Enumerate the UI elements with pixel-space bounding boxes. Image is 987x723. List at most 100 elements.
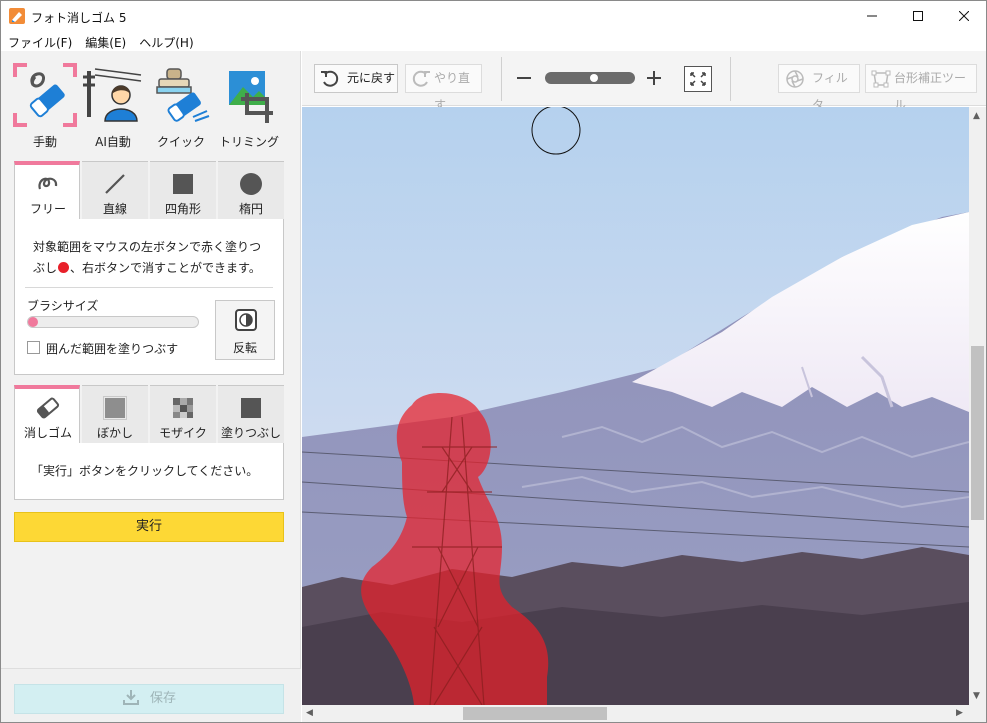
- run-button[interactable]: 実行: [14, 512, 284, 542]
- scroll-left-icon[interactable]: ◀: [306, 708, 313, 718]
- brush-size-knob[interactable]: [28, 317, 38, 327]
- tab-eraser[interactable]: 消しゴム: [14, 385, 80, 444]
- menu-file[interactable]: ファイル(F): [1, 31, 78, 51]
- mode-manual-button[interactable]: 手動: [11, 63, 79, 153]
- horizontal-scroll-thumb[interactable]: [463, 707, 607, 720]
- tab-line[interactable]: 直線: [82, 161, 148, 219]
- draw-shape-tabs: フリー 直線 四角形 楕円: [14, 161, 284, 220]
- tab-free[interactable]: フリー: [14, 161, 80, 220]
- close-icon: [959, 11, 969, 21]
- tab-rectangle[interactable]: 四角形: [150, 161, 216, 219]
- keystone-correction-button[interactable]: 台形補正ツール: [865, 64, 977, 112]
- image-canvas[interactable]: [302, 107, 969, 705]
- scroll-down-icon[interactable]: ▼: [973, 691, 980, 701]
- save-button[interactable]: 保存: [14, 684, 284, 714]
- keystone-icon: [871, 70, 891, 88]
- left-panel: 手動 AI自動 クイック トリミング フリー 直線 四角形 楕円 対象範囲をマウ…: [1, 51, 301, 722]
- fit-to-window-button[interactable]: [684, 66, 712, 92]
- save-label: 保存: [149, 691, 176, 706]
- zoom-out-icon[interactable]: [516, 67, 532, 89]
- tab-blur-label: ぼかし: [96, 426, 133, 440]
- scroll-up-icon[interactable]: ▲: [973, 111, 980, 121]
- eraser-icon: [13, 63, 77, 127]
- maximize-icon: [913, 11, 923, 21]
- horizontal-scrollbar[interactable]: ◀ ▶: [302, 705, 969, 722]
- person-powerline-icon: [83, 68, 142, 122]
- window-title: フォト消しゴム 5: [31, 11, 127, 25]
- download-icon: [122, 690, 139, 705]
- circle-icon: [240, 173, 262, 195]
- tab-fill[interactable]: 塗りつぶし: [218, 385, 284, 443]
- crop-icon: [229, 71, 273, 123]
- invert-button[interactable]: 反転: [215, 300, 275, 360]
- mode-manual-label: 手動: [32, 135, 57, 149]
- tab-line-label: 直線: [102, 202, 127, 216]
- effect-instructions: 「実行」ボタンをクリックしてください。: [31, 464, 259, 478]
- app-logo-icon: [9, 8, 25, 24]
- menu-bar: ファイル(F) 編集(E) ヘルプ(H): [1, 31, 986, 51]
- save-area: 保存: [1, 668, 301, 722]
- freehand-icon: [38, 177, 58, 190]
- tab-free-label: フリー: [29, 202, 66, 216]
- red-dot-icon: [58, 262, 70, 273]
- fill-enclosed-label[interactable]: 囲んだ範囲を塗りつぶす: [46, 340, 178, 357]
- scroll-corner: [969, 705, 986, 722]
- close-button[interactable]: [941, 1, 986, 31]
- zoom-slider-knob[interactable]: [590, 74, 598, 82]
- title-bar: フォト消しゴム 5: [1, 1, 986, 31]
- menu-edit[interactable]: 編集(E): [78, 31, 132, 51]
- undo-button[interactable]: 元に戻す: [314, 64, 398, 93]
- draw-options-panel: 対象範囲をマウスの左ボタンで赤く塗りつぶし 、右ボタンで消すことができます。 ブラ…: [14, 219, 284, 375]
- invert-label: 反転: [232, 341, 257, 355]
- tab-mosaic-label: モザイク: [159, 426, 207, 440]
- tab-ellipse[interactable]: 楕円: [218, 161, 284, 219]
- tab-ellipse-label: 楕円: [238, 202, 263, 216]
- fill-enclosed-checkbox[interactable]: [27, 341, 40, 354]
- undo-label: 元に戻す: [347, 71, 396, 85]
- divider: [25, 287, 273, 288]
- effect-options-panel: 「実行」ボタンをクリックしてください。: [14, 443, 284, 500]
- tab-blur[interactable]: ぼかし: [82, 385, 148, 443]
- toolbar: 元に戻す やり直す フィルタ 台形補正ツール: [302, 51, 986, 112]
- mode-ai-label: AI自動: [95, 135, 131, 149]
- brush-size-label: ブラシサイズ: [27, 299, 99, 313]
- tab-mosaic[interactable]: モザイク: [150, 385, 216, 443]
- redo-button[interactable]: やり直す: [405, 64, 482, 112]
- photo-mount-fuji[interactable]: [302, 107, 969, 705]
- fit-screen-icon: [690, 72, 706, 86]
- stamp-eraser-icon: [156, 68, 210, 122]
- vertical-scrollbar[interactable]: ▲ ▼: [969, 107, 986, 705]
- draw-instructions-part2: 、右ボタンで消すことができます。: [70, 261, 261, 275]
- minimize-icon: [867, 15, 877, 17]
- mode-ai-button[interactable]: AI自動: [79, 63, 147, 153]
- draw-instructions: 対象範囲をマウスの左ボタンで赤く塗りつぶし 、右ボタンで消すことができます。: [33, 237, 273, 279]
- minimize-button[interactable]: [849, 1, 895, 31]
- redo-icon: [412, 70, 430, 87]
- mode-quick-button[interactable]: クイック: [147, 63, 215, 153]
- menu-help[interactable]: ヘルプ(H): [132, 31, 199, 51]
- app-window: フォト消しゴム 5 ファイル(F) 編集(E) ヘルプ(H) 手動 AI自動 ク…: [0, 0, 987, 723]
- vertical-scroll-thumb[interactable]: [971, 346, 984, 520]
- mode-trim-button[interactable]: トリミング: [215, 63, 283, 153]
- undo-icon: [321, 70, 339, 87]
- invert-icon: [235, 309, 257, 331]
- brush-size-slider[interactable]: [27, 316, 199, 328]
- toolbar-divider: [501, 57, 502, 101]
- line-icon: [105, 174, 125, 194]
- zoom-in-icon[interactable]: [646, 67, 662, 89]
- fill-square-icon: [241, 398, 261, 418]
- blur-icon: [103, 396, 127, 420]
- mosaic-icon: [173, 398, 193, 418]
- scroll-right-icon[interactable]: ▶: [956, 708, 963, 718]
- toolbar-divider: [730, 57, 731, 101]
- eraser-icon: [36, 397, 60, 419]
- tab-rectangle-label: 四角形: [164, 202, 201, 216]
- filter-button[interactable]: フィルタ: [778, 64, 860, 112]
- mode-quick-label: クイック: [156, 135, 205, 149]
- aperture-icon: [786, 70, 804, 88]
- maximize-button[interactable]: [895, 1, 941, 31]
- square-icon: [173, 174, 193, 194]
- zoom-slider[interactable]: [545, 72, 635, 84]
- mode-trim-label: トリミング: [218, 135, 279, 149]
- tab-eraser-label: 消しゴム: [23, 426, 72, 440]
